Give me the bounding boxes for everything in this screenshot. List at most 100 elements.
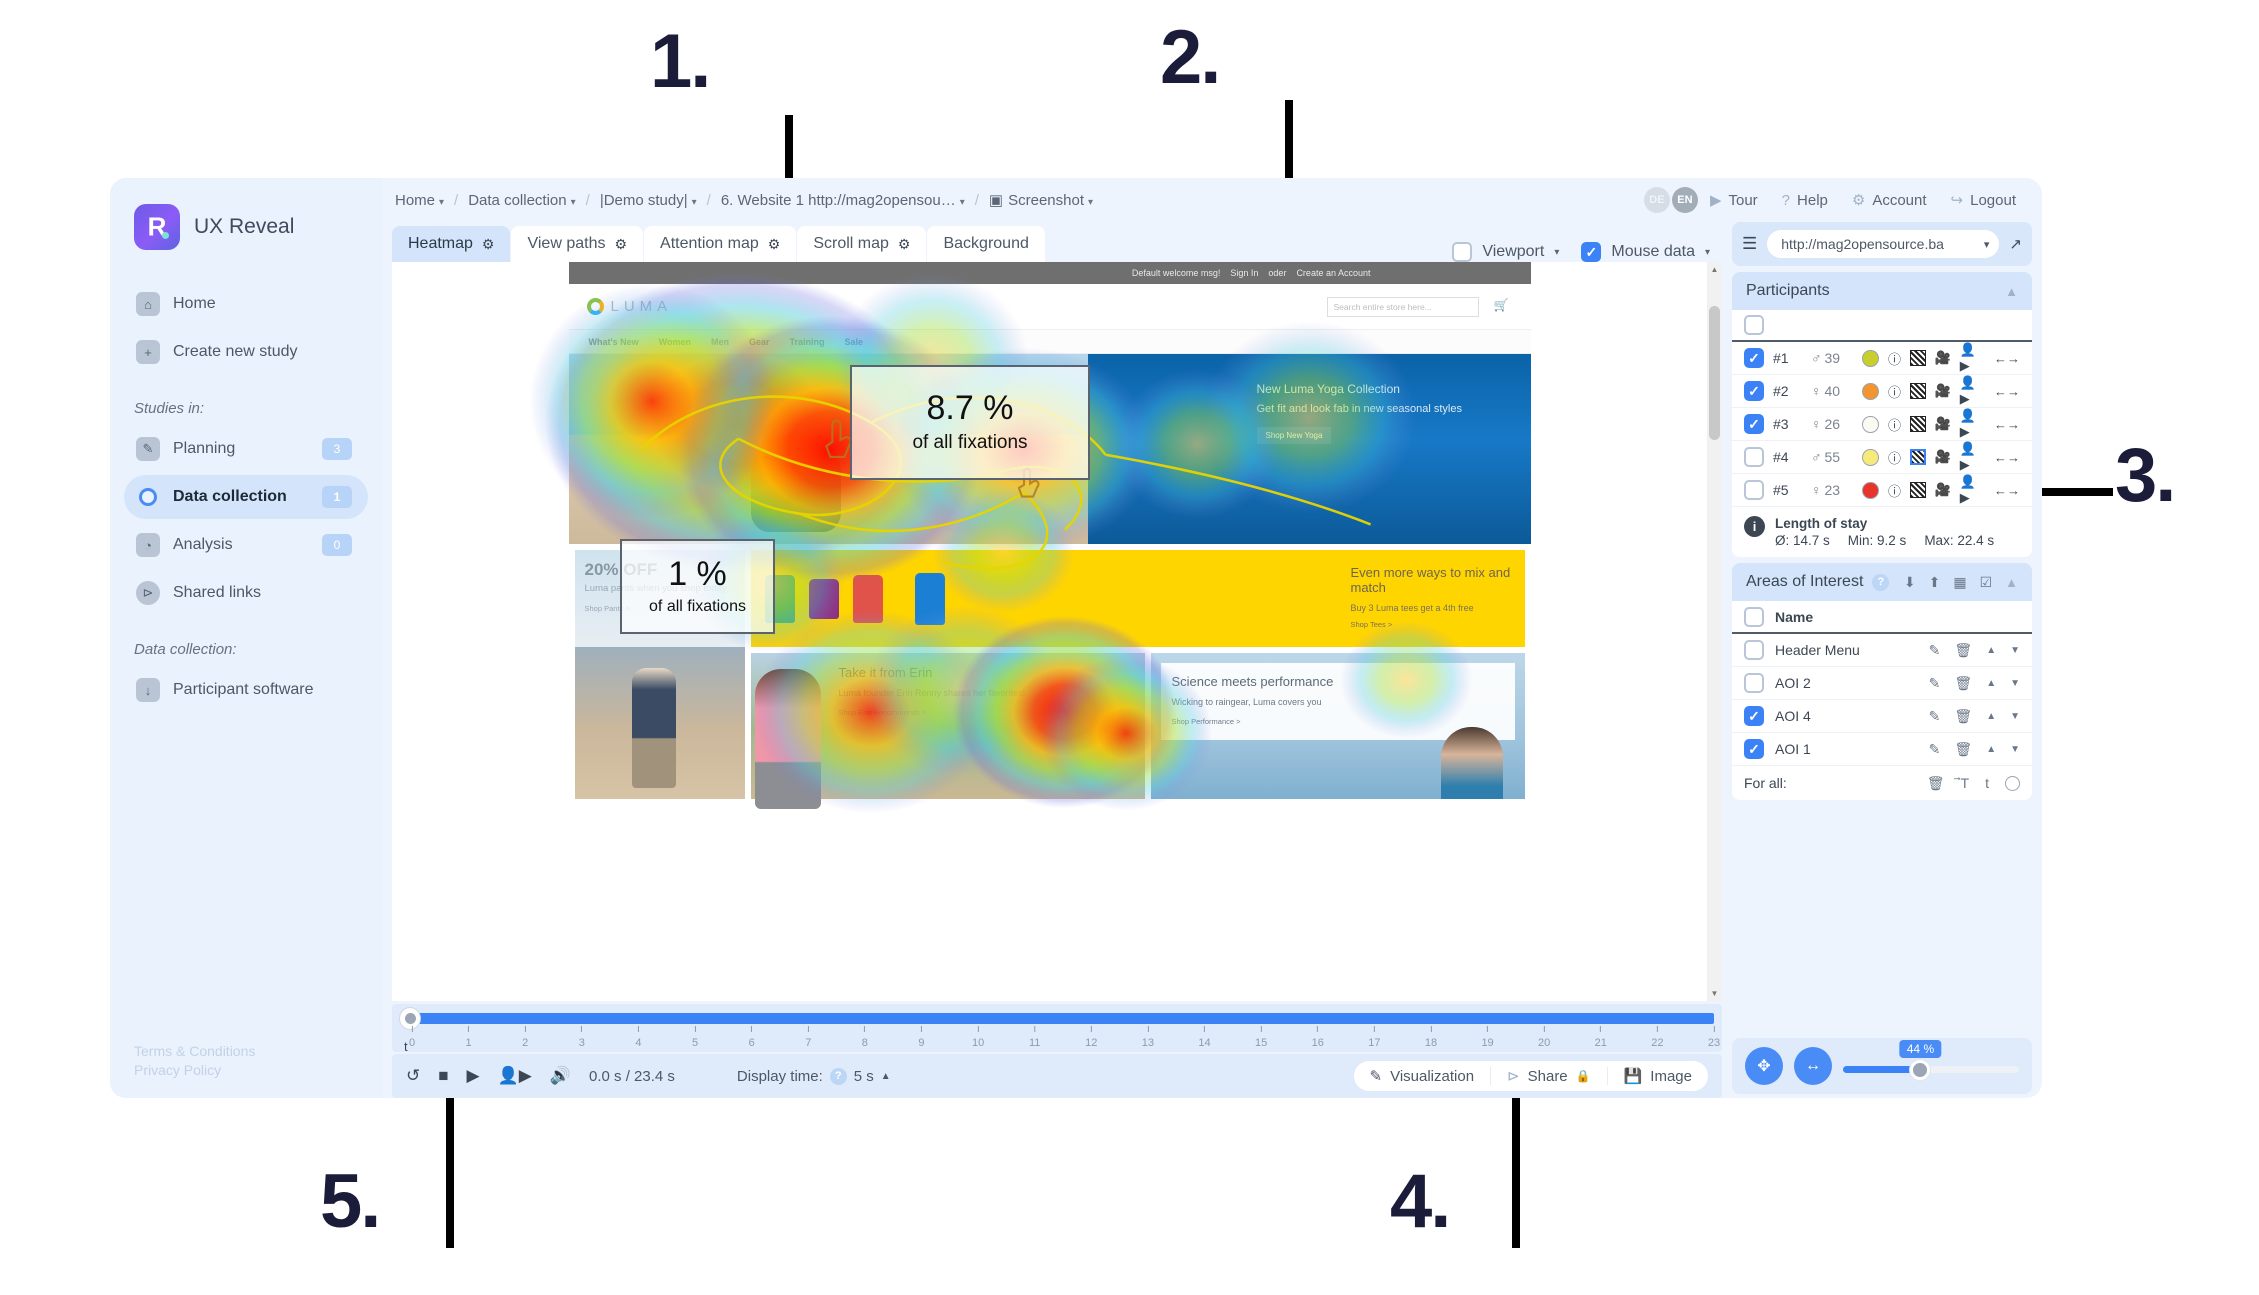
pattern-icon[interactable]: [1909, 449, 1926, 465]
export-icon[interactable]: ⬆: [1929, 574, 1941, 591]
breadcrumb-screenshot[interactable]: ▣ Screenshot ▾: [986, 189, 1096, 211]
table-row[interactable]: #4 ♂ 55 ⓘ 🎥 👤▶ ←→: [1732, 441, 2032, 474]
edit-icon[interactable]: ✎: [1929, 708, 1941, 725]
url-select[interactable]: http://mag2opensource.ba ▾: [1767, 230, 2000, 258]
question-circle-icon[interactable]: ?: [1872, 573, 1890, 591]
language-de-button[interactable]: DE: [1643, 187, 1670, 213]
participant-checkbox[interactable]: [1744, 480, 1764, 500]
gear-icon[interactable]: ⚙: [898, 236, 911, 253]
chevron-up-icon[interactable]: ▲: [1986, 645, 1996, 656]
participant-color-swatch[interactable]: [1862, 349, 1879, 367]
tab-background[interactable]: Background: [927, 226, 1045, 262]
video-icon[interactable]: 🎥: [1935, 416, 1951, 432]
stop-icon[interactable]: ■: [438, 1066, 448, 1086]
aoi-checkbox[interactable]: [1744, 673, 1764, 693]
t-icon[interactable]: t: [1985, 775, 1989, 791]
chevron-down-icon[interactable]: ▼: [2010, 645, 2020, 656]
chevron-up-icon[interactable]: ▲: [2005, 575, 2018, 590]
logout-button[interactable]: ↪ Logout: [1939, 187, 2028, 213]
reset-icon[interactable]: ↺: [406, 1066, 420, 1086]
participant-color-swatch[interactable]: [1862, 448, 1879, 466]
breadcrumb-home[interactable]: Home ▾: [392, 190, 447, 211]
arrows-icon[interactable]: ←→: [1994, 483, 2020, 498]
circle-icon[interactable]: [2005, 775, 2020, 791]
video-icon[interactable]: 🎥: [1935, 449, 1951, 465]
tour-button[interactable]: ▶ Tour: [1698, 187, 1770, 213]
sidebar-item-data-collection[interactable]: Data collection 1: [124, 475, 368, 519]
gear-icon[interactable]: ⚙: [768, 236, 781, 253]
pattern-icon[interactable]: [1909, 482, 1926, 498]
participant-checkbox[interactable]: [1744, 381, 1764, 401]
brand[interactable]: UX Reveal: [110, 200, 382, 250]
language-en-button[interactable]: EN: [1671, 187, 1698, 213]
participant-checkbox[interactable]: [1744, 414, 1764, 434]
hero-button[interactable]: Shop New Yoga: [1256, 426, 1332, 444]
list-item[interactable]: AOI 1 ✎ 🗑 ▲ ▼: [1732, 733, 2032, 766]
sidebar-item-participant-software[interactable]: ↓ Participant software: [124, 668, 368, 712]
edit-icon[interactable]: ✎: [1929, 741, 1941, 758]
arrows-icon[interactable]: ←→: [1994, 417, 2020, 432]
sidebar-item-planning[interactable]: ✎ Planning 3: [124, 427, 368, 471]
luma-logo[interactable]: LUMA: [586, 298, 673, 315]
trash-icon[interactable]: 🗑: [1954, 708, 1972, 725]
scrollbar-thumb[interactable]: [1709, 306, 1720, 440]
account-button[interactable]: ⚙ Account: [1840, 187, 1939, 213]
help-button[interactable]: ? Help: [1770, 188, 1840, 213]
aoi-checkbox[interactable]: [1744, 739, 1764, 759]
chevron-up-icon[interactable]: ▲: [1986, 744, 1996, 755]
breadcrumb-data-collection[interactable]: Data collection ▾: [465, 190, 578, 211]
site-search-input[interactable]: Search entire store here...: [1326, 297, 1479, 317]
external-link-icon[interactable]: ↗: [2009, 235, 2022, 253]
trash-icon[interactable]: 🗑: [1954, 642, 1972, 659]
chevron-up-icon[interactable]: ▲: [1986, 711, 1996, 722]
trash-icon[interactable]: 🗑: [1954, 741, 1972, 758]
sitemap-icon[interactable]: ☰: [1742, 234, 1757, 254]
viewport-checkbox[interactable]: [1452, 242, 1473, 262]
table-row[interactable]: #2 ♀40 ⓘ 🎥 👤▶ ←→: [1732, 375, 2032, 408]
scroll-up-icon[interactable]: ▲: [1707, 262, 1722, 277]
site-nav-item[interactable]: Gear: [749, 337, 770, 347]
table-row[interactable]: #5 ♀ 23 ⓘ 🎥 👤▶ ←→: [1732, 474, 2032, 507]
share-button[interactable]: ⊳ Share 🔒: [1491, 1067, 1608, 1085]
arrows-icon[interactable]: ←→: [1994, 351, 2020, 366]
aoi-checkbox[interactable]: [1744, 706, 1764, 726]
terms-link[interactable]: Terms & Conditions: [134, 1042, 255, 1061]
question-circle-icon[interactable]: ⓘ: [1888, 349, 1901, 368]
timeline-scrubber[interactable]: 0 1 2 3 4 5 6 7 8 9 10 11 12 13 14 15 16 17 18 19 20 21 22 23 t: [392, 1004, 1722, 1054]
participant-play-icon[interactable]: 👤▶: [498, 1066, 532, 1086]
site-nav-item[interactable]: Training: [790, 337, 825, 347]
list-item[interactable]: AOI 4 ✎ 🗑 ▲ ▼: [1732, 700, 2032, 733]
create-account-link[interactable]: Create an Account: [1296, 268, 1370, 278]
mouse-data-checkbox[interactable]: [1581, 242, 1602, 262]
tees-link[interactable]: Shop Tees >: [1351, 620, 1393, 629]
participant-play-icon[interactable]: 👤▶: [1960, 375, 1985, 407]
chevron-up-icon[interactable]: ▲: [1986, 678, 1996, 689]
heatmap-canvas[interactable]: Default welcome msg! Sign In oder Create…: [392, 262, 1722, 1001]
participant-play-icon[interactable]: 👤▶: [1960, 408, 1985, 440]
table-row[interactable]: #1 ♂39 ⓘ 🎥 👤▶ ←→: [1732, 342, 2032, 375]
participant-play-icon[interactable]: 👤▶: [1960, 441, 1985, 473]
site-nav-item[interactable]: Sale: [845, 337, 864, 347]
chevron-down-icon[interactable]: ▾: [1705, 247, 1710, 258]
select-all-participants-checkbox[interactable]: [1744, 315, 1764, 335]
timeline-track[interactable]: [412, 1013, 1714, 1024]
arrows-icon[interactable]: ←→: [1994, 384, 2020, 399]
question-circle-icon[interactable]: ⓘ: [1888, 415, 1901, 434]
pattern-icon[interactable]: [1909, 383, 1926, 399]
mouse-data-toggle[interactable]: Mouse data ▾: [1581, 242, 1710, 262]
pattern-icon[interactable]: [1909, 416, 1926, 432]
participant-color-swatch[interactable]: [1862, 481, 1879, 499]
science-link[interactable]: Shop Performance >: [1172, 717, 1504, 726]
tab-view-paths[interactable]: View paths ⚙: [511, 226, 644, 262]
volume-icon[interactable]: 🔊: [550, 1066, 571, 1086]
image-button[interactable]: 💾 Image: [1608, 1067, 1708, 1086]
viewport-toggle[interactable]: Viewport ▾: [1452, 242, 1559, 262]
text-icon[interactable]: ⃗T: [1961, 775, 1970, 792]
chevron-down-icon[interactable]: ▾: [1554, 247, 1559, 258]
site-nav-item[interactable]: Women: [659, 337, 691, 347]
aoi-4-overlay[interactable]: 1 % of all fixations: [620, 539, 775, 634]
question-circle-icon[interactable]: ?: [829, 1067, 847, 1085]
tab-scroll-map[interactable]: Scroll map ⚙: [797, 226, 927, 262]
select-all-aoi-checkbox[interactable]: [1744, 606, 1764, 627]
table-icon[interactable]: ▦: [1953, 574, 1966, 591]
